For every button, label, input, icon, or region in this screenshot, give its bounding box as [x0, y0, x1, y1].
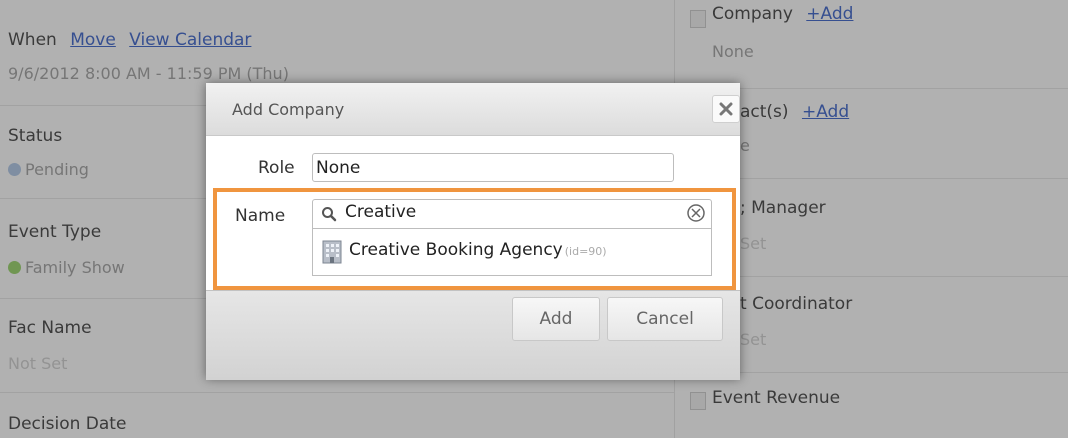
- close-icon: [719, 102, 733, 116]
- close-button[interactable]: [712, 95, 740, 123]
- dialog-header: Add Company: [206, 83, 740, 136]
- annotation-highlight-box: [213, 188, 736, 290]
- add-button[interactable]: Add: [512, 297, 600, 341]
- dialog-title: Add Company: [232, 100, 345, 119]
- role-label: Role: [258, 158, 295, 178]
- cancel-button[interactable]: Cancel: [607, 297, 723, 341]
- role-input[interactable]: [312, 153, 674, 182]
